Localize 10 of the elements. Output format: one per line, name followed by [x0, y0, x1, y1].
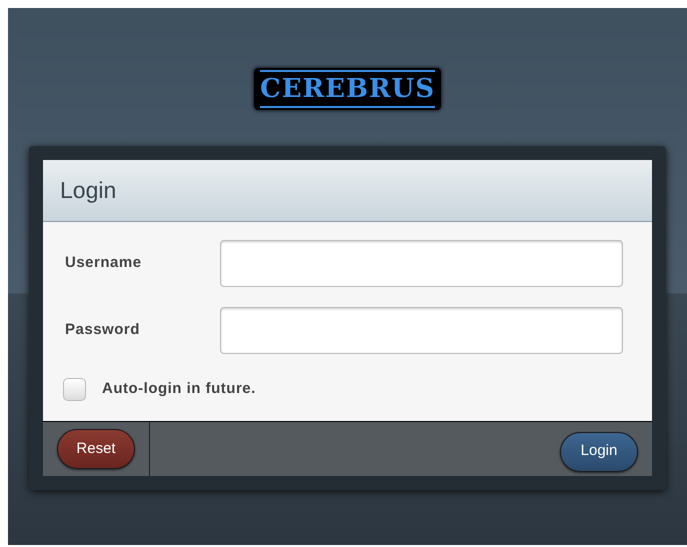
panel-title: Login: [60, 176, 116, 206]
checkbox-label: Auto-login in future.: [102, 379, 256, 400]
logo: CEREBRUS: [260, 70, 435, 108]
field-label: Username: [65, 253, 143, 274]
checkbox[interactable]: [63, 378, 86, 401]
field-label: Password: [65, 320, 141, 340]
input-field[interactable]: [220, 307, 623, 354]
input-field[interactable]: [220, 240, 623, 287]
reset-button[interactable]: Reset: [57, 429, 135, 469]
login-button[interactable]: Login: [560, 432, 638, 472]
